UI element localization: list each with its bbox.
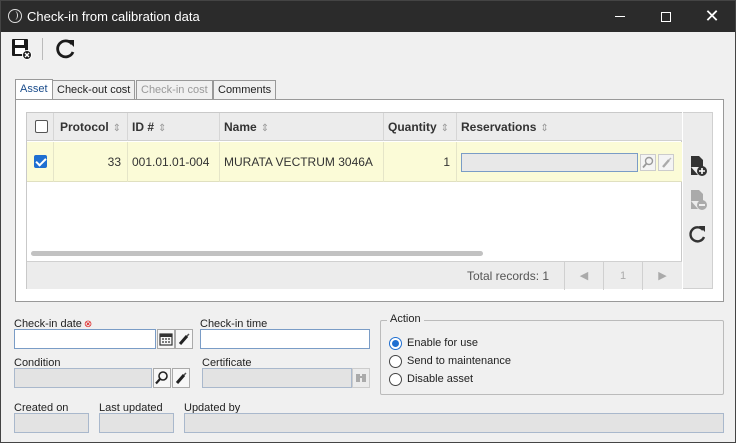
remove-document-icon — [691, 190, 707, 210]
remove-document-button — [688, 189, 708, 211]
reservations-input[interactable] — [461, 153, 638, 172]
total-records: Total records: 1 — [467, 269, 550, 283]
cell-id: 001.01.01-004 — [128, 142, 220, 182]
grid-side-toolbar — [683, 112, 713, 289]
eraser-icon — [178, 333, 190, 345]
maximize-button[interactable] — [643, 1, 689, 32]
toolbar — [1, 32, 735, 66]
condition-search-button[interactable] — [153, 368, 171, 388]
sort-icon: ⇕ — [260, 123, 270, 134]
calendar-button[interactable] — [157, 329, 175, 349]
add-document-icon — [691, 156, 707, 176]
refresh-button[interactable] — [53, 36, 79, 62]
column-header-protocol[interactable]: Protocol ⇕ — [54, 113, 128, 141]
select-all-checkbox[interactable] — [35, 120, 48, 133]
column-header-quantity[interactable]: Quantity ⇕ — [384, 113, 457, 141]
column-header-label: Reservations — [461, 120, 537, 134]
column-header-name[interactable]: Name ⇕ — [220, 113, 384, 141]
condition-field — [14, 368, 152, 388]
radio-label: Send to maintenance — [407, 355, 511, 367]
row-checkbox[interactable] — [34, 155, 47, 168]
window-title: Check-in from calibration data — [27, 9, 200, 24]
column-header-label: ID # — [132, 120, 155, 134]
horizontal-scrollbar[interactable] — [31, 251, 483, 256]
radio-selected-icon — [389, 336, 402, 350]
radio-label: Enable for use — [407, 337, 478, 349]
radio-label: Disable asset — [407, 373, 474, 385]
calendar-icon — [159, 333, 173, 346]
radio-send-to-maintenance[interactable]: Send to maintenance — [389, 354, 511, 370]
table-row[interactable]: 33 001.01.01-004 MURATA VECTRUM 3046A 1 — [27, 142, 682, 182]
grid-header: Protocol ⇕ ID # ⇕ Name ⇕ Quantity ⇕ Reservat… — [27, 113, 682, 141]
minimize-button[interactable] — [597, 1, 643, 32]
sort-icon: ⇕ — [158, 123, 167, 134]
magnifier-icon — [642, 156, 654, 169]
sort-icon: ⇕ — [440, 123, 450, 134]
next-icon: ▶ — [658, 270, 667, 282]
radio-enable-for-use[interactable]: Enable for use — [389, 336, 478, 352]
close-icon: ✕ — [704, 6, 720, 26]
column-header-reservations[interactable]: Reservations ⇕ — [457, 113, 682, 141]
sort-icon: ⇕ — [112, 123, 122, 134]
cell-quantity: 1 — [384, 142, 457, 182]
globe-icon — [8, 9, 22, 23]
cell-name: MURATA VECTRUM 3046A — [220, 142, 384, 182]
refresh-icon — [56, 39, 75, 59]
checkin-date-field[interactable] — [14, 329, 156, 349]
column-header-label: Name — [224, 120, 257, 134]
tab-check-in-cost: Check-in cost — [136, 80, 213, 100]
clear-date-button[interactable] — [175, 329, 193, 349]
save-close-icon — [12, 39, 32, 60]
reservations-clear-button[interactable] — [658, 154, 674, 171]
action-group-title: Action — [387, 313, 424, 325]
checkin-time-field[interactable] — [200, 329, 370, 349]
close-button[interactable]: ✕ — [689, 1, 735, 32]
tab-comments[interactable]: Comments — [213, 80, 277, 100]
grid-footer: Total records: 1 ◀ 1 ▶ — [27, 261, 682, 290]
cell-protocol: 33 — [54, 142, 128, 182]
dialog-window: Check-in from calibration data ✕ Asset C… — [0, 0, 736, 443]
column-header-id[interactable]: ID # ⇕ — [128, 113, 220, 141]
last-updated-field — [99, 413, 174, 433]
binoculars-icon — [356, 374, 366, 382]
minimize-icon — [615, 16, 625, 18]
tab-asset[interactable]: Asset — [15, 79, 53, 100]
refresh-icon — [689, 226, 706, 243]
title-bar: Check-in from calibration data ✕ — [1, 1, 735, 32]
previous-icon: ◀ — [579, 270, 589, 282]
previous-page-button[interactable]: ◀ — [564, 262, 603, 290]
reservations-search-button[interactable] — [640, 154, 656, 171]
eraser-icon — [662, 157, 672, 168]
eraser-icon — [175, 372, 187, 384]
save-close-button[interactable] — [9, 36, 35, 62]
maximize-icon — [661, 11, 671, 22]
column-header-label: Quantity — [388, 120, 437, 134]
refresh-grid-button[interactable] — [688, 224, 708, 246]
add-document-button[interactable] — [688, 155, 708, 177]
column-header-label: Protocol — [60, 120, 109, 134]
certificate-view-button — [352, 368, 370, 388]
select-all-cell — [27, 113, 54, 141]
magnifier-icon — [155, 371, 168, 385]
tab-check-out-cost[interactable]: Check-out cost — [52, 80, 136, 100]
updated-by-field — [184, 413, 724, 433]
row-select-cell — [27, 142, 54, 182]
radio-disable-asset[interactable]: Disable asset — [389, 372, 473, 388]
asset-grid: Protocol ⇕ ID # ⇕ Name ⇕ Quantity ⇕ Reservat… — [26, 112, 682, 290]
asset-tab-panel: Protocol ⇕ ID # ⇕ Name ⇕ Quantity ⇕ Reservat… — [15, 99, 724, 302]
page-number: 1 — [603, 262, 642, 290]
toolbar-separator — [42, 38, 43, 60]
certificate-field — [202, 368, 352, 388]
sort-icon: ⇕ — [540, 123, 549, 134]
radio-icon — [389, 372, 402, 386]
radio-icon — [389, 354, 402, 368]
condition-clear-button[interactable] — [172, 368, 190, 388]
created-on-field — [14, 413, 89, 433]
next-page-button[interactable]: ▶ — [642, 262, 682, 290]
